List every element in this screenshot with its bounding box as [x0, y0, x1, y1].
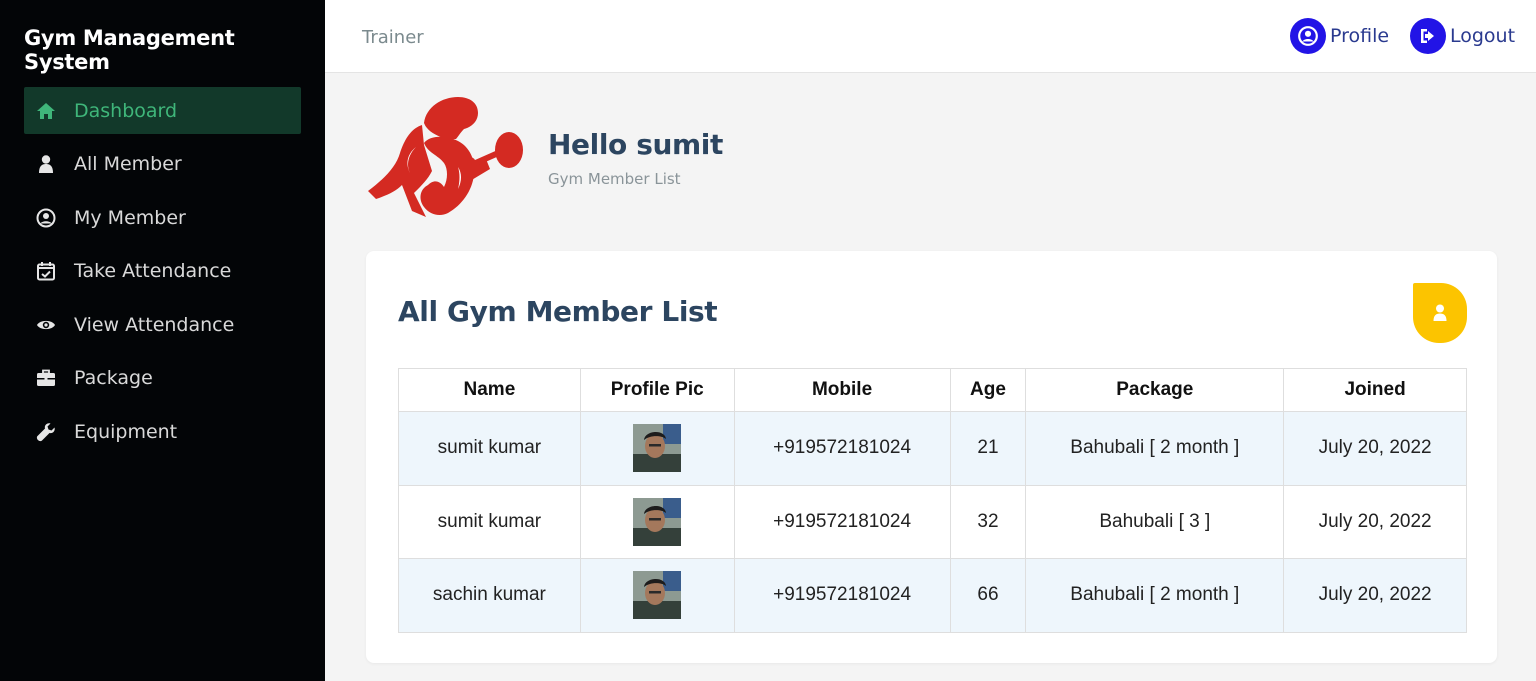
- sidebar-item-label: My Member: [74, 206, 186, 229]
- member-name: sumit kumar: [398, 411, 581, 486]
- top-bar: Trainer Profile Logout: [325, 0, 1536, 73]
- member-age: 66: [949, 558, 1027, 633]
- member-mobile: +919572181024: [733, 411, 951, 486]
- member-package: Bahubali [ 3 ]: [1025, 484, 1285, 559]
- column-header-package: Package: [1025, 368, 1285, 412]
- logout-label: Logout: [1450, 25, 1516, 47]
- member-badge[interactable]: [1413, 283, 1467, 343]
- member-age: 32: [949, 484, 1027, 559]
- sidebar-item-package[interactable]: Package: [24, 355, 301, 402]
- wrench-icon: [36, 422, 56, 442]
- user-circle-icon: [1290, 18, 1326, 54]
- column-header-mobile: Mobile: [733, 368, 951, 412]
- sidebar-item-label: Dashboard: [74, 99, 178, 122]
- briefcase-icon: [36, 368, 56, 388]
- member-name: sachin kumar: [398, 558, 581, 633]
- profile-picture: [633, 571, 682, 620]
- sidebar-item-equipment[interactable]: Equipment: [24, 408, 301, 455]
- gym-logo: [366, 95, 526, 220]
- sidebar-item-label: Take Attendance: [74, 260, 232, 282]
- home-icon: [36, 101, 56, 121]
- sidebar-item-dashboard[interactable]: Dashboard: [24, 87, 301, 134]
- sidebar-item-take-attendance[interactable]: Take Attendance: [24, 248, 301, 295]
- member-joined: July 20, 2022: [1283, 411, 1467, 486]
- logout-button[interactable]: Logout: [1410, 18, 1515, 54]
- member-table: Name Profile Pic Mobile Age Package Join…: [398, 368, 1467, 633]
- profile-button[interactable]: Profile: [1290, 18, 1389, 54]
- sidebar-item-label: View Attendance: [74, 313, 235, 336]
- column-header-joined: Joined: [1283, 368, 1467, 412]
- member-package: Bahubali [ 2 month ]: [1025, 558, 1285, 633]
- table-header-row: Name Profile Pic Mobile Age Package Join…: [398, 368, 1467, 412]
- card-title: All Gym Member List: [398, 295, 718, 328]
- column-header-name: Name: [398, 368, 581, 412]
- profile-pic-cell: [579, 558, 735, 633]
- profile-label: Profile: [1330, 25, 1390, 47]
- greeting-title: Hello sumit: [548, 128, 723, 161]
- user-icon: [1433, 304, 1447, 321]
- table-row: sachin kumar +919572181024 66 Bahubali […: [398, 558, 1467, 633]
- sidebar-item-all-member[interactable]: All Member: [24, 141, 301, 188]
- profile-picture: [633, 497, 682, 546]
- logout-icon: [1410, 18, 1446, 54]
- profile-pic-cell: [579, 411, 735, 486]
- sidebar-item-view-attendance[interactable]: View Attendance: [24, 301, 301, 348]
- member-package: Bahubali [ 2 month ]: [1025, 411, 1285, 486]
- sidebar: Gym Management System Dashboard All Memb…: [0, 0, 325, 681]
- profile-pic-cell: [579, 484, 735, 559]
- sidebar-item-my-member[interactable]: My Member: [24, 194, 301, 241]
- eye-icon: [36, 315, 56, 335]
- table-row: sumit kumar +919572181024 21 Bahubali [ …: [398, 411, 1467, 486]
- sidebar-item-label: All Member: [74, 153, 182, 175]
- calendar-check-icon: [36, 261, 56, 281]
- brand-title: Gym Management System: [24, 26, 235, 74]
- column-header-age: Age: [949, 368, 1027, 412]
- table-row: sumit kumar +919572181024 32 Bahubali [ …: [398, 484, 1467, 559]
- member-list-card: All Gym Member List Name Profile Pic Mob…: [366, 251, 1497, 663]
- role-label: Trainer: [362, 27, 424, 48]
- profile-picture: [633, 424, 682, 473]
- user-circle-icon: [36, 208, 56, 228]
- sidebar-item-label: Package: [74, 367, 153, 389]
- column-header-profile-pic: Profile Pic: [579, 368, 735, 412]
- greeting-subtitle: Gym Member List: [548, 170, 681, 188]
- member-name: sumit kumar: [398, 484, 581, 559]
- user-icon: [36, 154, 56, 174]
- member-joined: July 20, 2022: [1283, 558, 1467, 633]
- sidebar-nav: Dashboard All Member My Member Take Atte…: [24, 87, 301, 462]
- member-mobile: +919572181024: [733, 484, 951, 559]
- member-joined: July 20, 2022: [1283, 484, 1467, 559]
- member-age: 21: [949, 411, 1027, 486]
- member-mobile: +919572181024: [733, 558, 951, 633]
- sidebar-item-label: Equipment: [74, 420, 178, 443]
